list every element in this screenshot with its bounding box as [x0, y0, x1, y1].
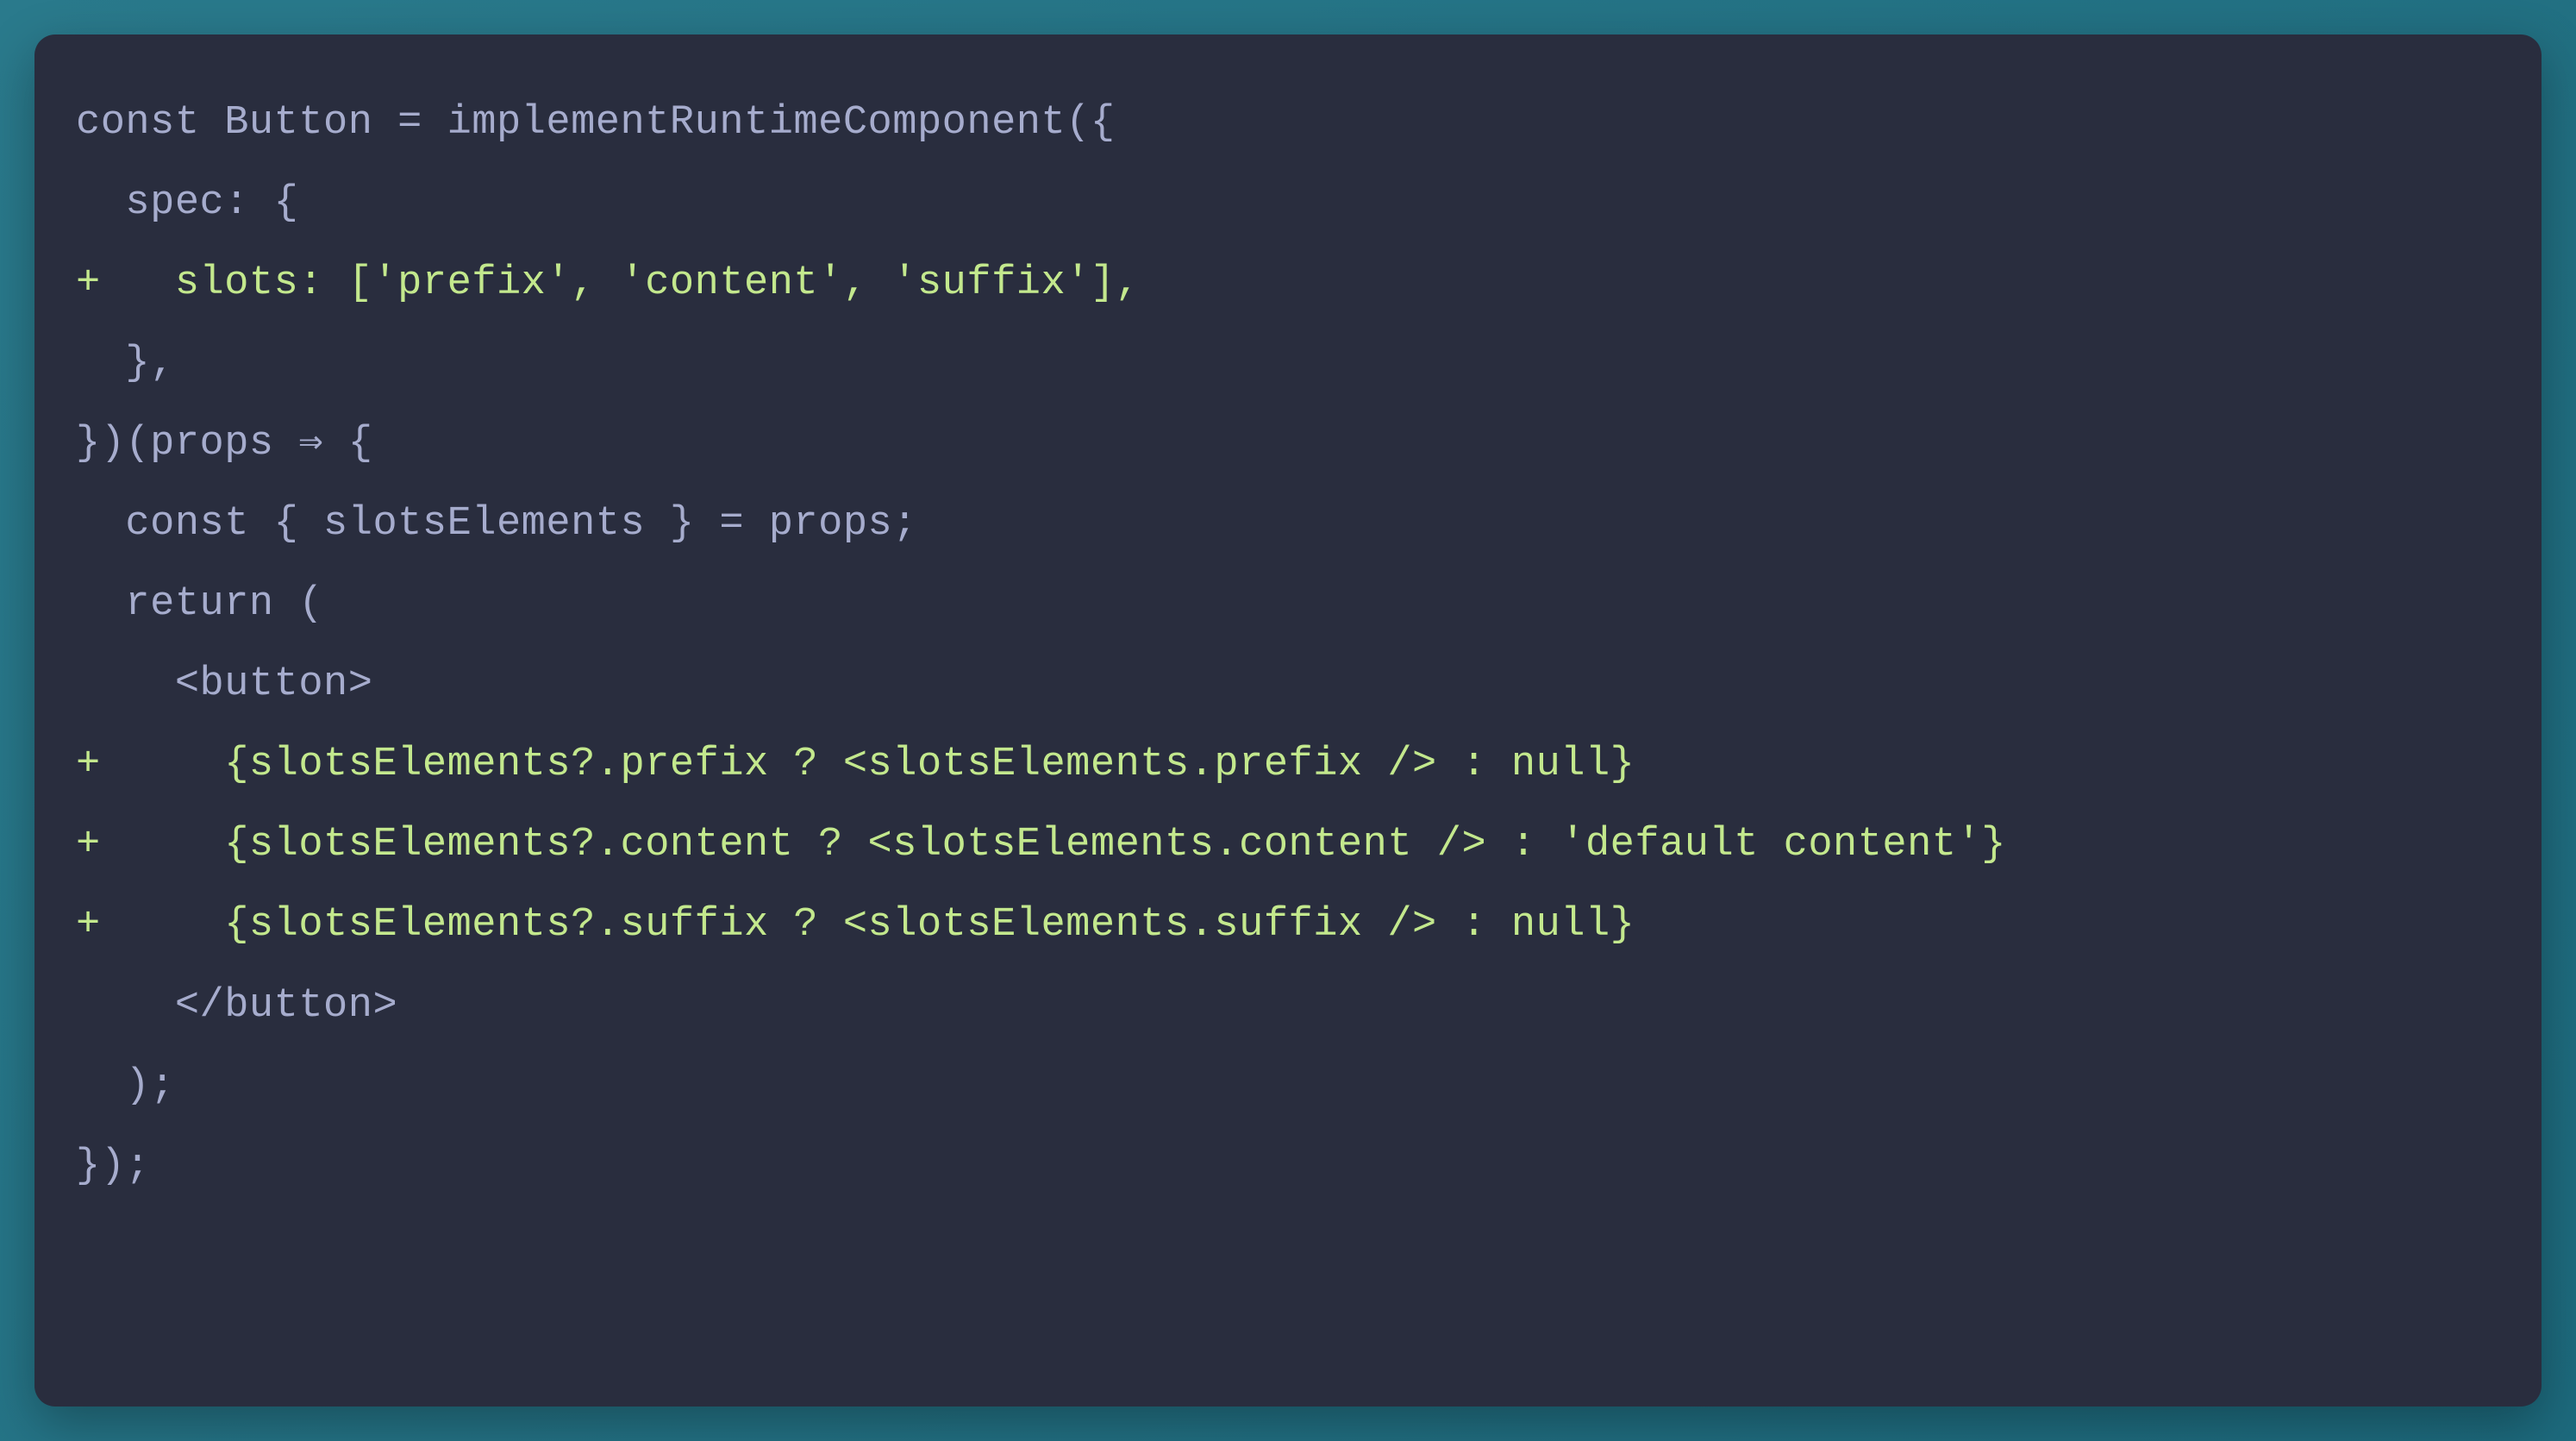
code-line: spec: {	[76, 163, 2500, 243]
code-content: const Button = implementRuntimeComponent…	[76, 83, 2500, 1206]
code-line-added: + {slotsElements?.prefix ? <slotsElement…	[76, 724, 2500, 805]
code-line: })(props ⇒ {	[76, 404, 2500, 484]
code-line-added: + {slotsElements?.suffix ? <slotsElement…	[76, 885, 2500, 965]
code-line-added: + slots: ['prefix', 'content', 'suffix']…	[76, 243, 2500, 323]
code-line: );	[76, 1046, 2500, 1126]
code-line: <button>	[76, 644, 2500, 724]
code-line: </button>	[76, 966, 2500, 1046]
code-line: return (	[76, 564, 2500, 644]
code-line: const { slotsElements } = props;	[76, 484, 2500, 564]
code-line-added: + {slotsElements?.content ? <slotsElemen…	[76, 805, 2500, 885]
code-line: });	[76, 1126, 2500, 1206]
code-window: const Button = implementRuntimeComponent…	[34, 34, 2542, 1407]
code-line: const Button = implementRuntimeComponent…	[76, 83, 2500, 163]
code-line: },	[76, 323, 2500, 404]
